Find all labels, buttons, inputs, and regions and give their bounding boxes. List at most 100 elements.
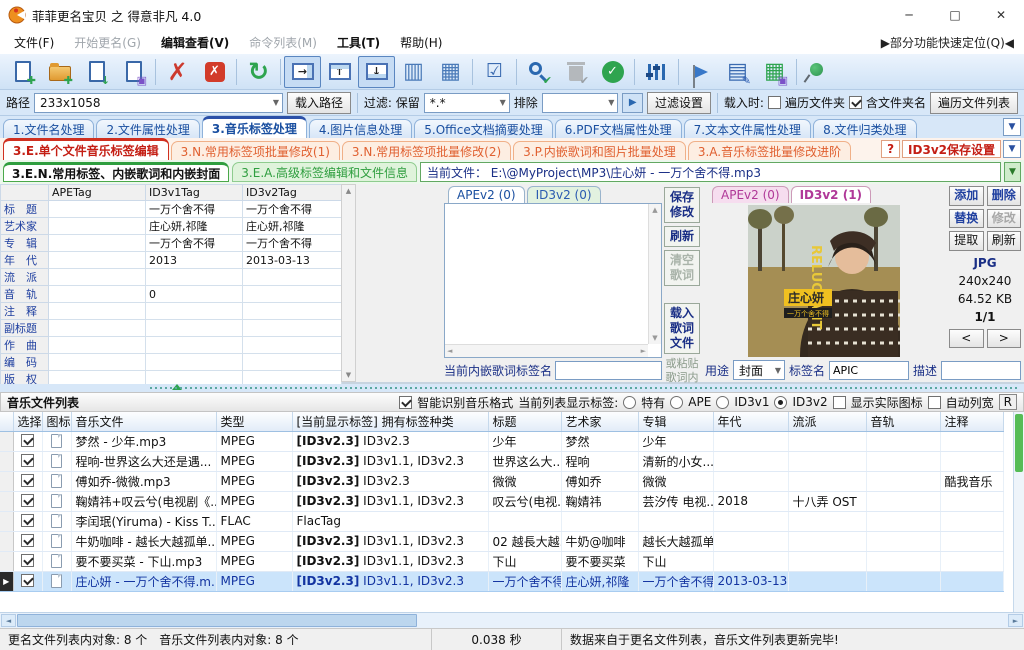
cover-tab-APEv2 (0)[interactable]: APEv2 (0) xyxy=(712,186,789,203)
add-cover-button[interactable]: 添加 xyxy=(949,186,984,206)
cover-use-combo[interactable]: 封面 ▼ xyxy=(733,360,786,380)
tag-cell-ape[interactable] xyxy=(48,302,146,320)
column-header-年代[interactable]: 年代 xyxy=(713,412,789,432)
table-row[interactable]: 鞠婧祎+叹云兮(电视剧《... MPEG [ID3v2.3] ID3v1.1, ID… xyxy=(0,491,1004,512)
load-lyrics-file-button[interactable]: 载入歌词文件 xyxy=(664,303,700,354)
table-row[interactable]: 程响-世界这么大还是遇... MPEG [ID3v2.3] ID3v1.1, ID3… xyxy=(0,451,1004,472)
scroll-left-icon[interactable]: ◄ xyxy=(1,614,16,627)
tag-cell-ape[interactable] xyxy=(48,234,146,252)
tag-cell-id3v2[interactable] xyxy=(242,336,342,354)
filter-settings-button[interactable]: 过滤设置 xyxy=(646,91,711,114)
auto-width-checkbox[interactable] xyxy=(927,395,941,409)
file-table-hscrollbar[interactable]: ◄ ► xyxy=(0,612,1024,628)
tag-cell-id3v2[interactable]: 一万个舍不得 xyxy=(242,234,342,252)
column-header-专辑[interactable]: 专辑 xyxy=(638,412,714,432)
current-file-dropdown[interactable]: ▼ xyxy=(1004,162,1021,182)
tag-cell-id3v1[interactable] xyxy=(145,353,243,371)
tag-cell-id3v1[interactable]: 一万个舍不得 xyxy=(145,234,243,252)
keep-filter-combo[interactable]: *.* ▼ xyxy=(423,92,510,113)
tab-3.E.单个文件音乐标签编辑[interactable]: 3.E.单个文件音乐标签编辑 xyxy=(3,138,169,160)
table-row[interactable]: 李闰珉(Yiruma) - Kiss T... FLAC FlacTag xyxy=(0,511,1004,532)
tag-cell-id3v2[interactable]: 一万个舍不得 xyxy=(242,200,342,218)
real-icons-checkbox[interactable] xyxy=(832,395,846,409)
row-checkbox[interactable] xyxy=(21,494,34,507)
row-checkbox[interactable] xyxy=(21,534,34,547)
row-checkbox[interactable] xyxy=(21,514,34,527)
tag-cell-id3v1[interactable]: 2013 xyxy=(145,251,243,269)
tag-cell-ape[interactable] xyxy=(48,217,146,235)
file-table-vscrollbar[interactable] xyxy=(1013,412,1024,612)
dock-bottom-button[interactable]: ↓ xyxy=(358,55,395,88)
checklist-button[interactable]: ☑ xyxy=(476,56,513,88)
tag-cell-id3v2[interactable] xyxy=(242,302,342,320)
tab-8.文件归类处理[interactable]: 8.文件归类处理 xyxy=(813,119,917,138)
column-header-音乐文件[interactable]: 音乐文件 xyxy=(71,412,217,432)
tab-3.P.内嵌歌词和图片批量处理[interactable]: 3.P.内嵌歌词和图片批量处理 xyxy=(513,141,686,160)
column-header-图标[interactable]: 图标 xyxy=(42,412,72,432)
scroll-right-icon[interactable]: ► xyxy=(1008,614,1023,627)
tag-cell-id3v1[interactable] xyxy=(145,268,243,286)
menu-item[interactable]: 文件(F) xyxy=(4,32,64,53)
search-verify-button[interactable]: ✔ xyxy=(520,56,557,88)
scroll-thumb[interactable] xyxy=(1015,414,1023,472)
row-checkbox[interactable] xyxy=(21,454,34,467)
minimize-button[interactable]: ─ xyxy=(886,0,932,30)
tag-cell-ape[interactable] xyxy=(48,251,146,269)
tag-cell-ape[interactable] xyxy=(48,285,146,303)
column-header-[当前显示标签] 拥有标签种类[interactable]: [当前显示标签] 拥有标签种类 xyxy=(292,412,489,432)
trash-button[interactable]: ✔ xyxy=(557,56,594,88)
menu-item[interactable]: 开始更名(G) xyxy=(64,32,151,53)
radio-ID3v2[interactable] xyxy=(774,395,788,409)
tab-3.E.A.高级标签编辑和文件信息[interactable]: 3.E.A.高级标签编辑和文件信息 xyxy=(232,162,417,182)
save-list-button[interactable]: ▣ xyxy=(115,56,152,88)
delete-selected-button[interactable]: ✗ xyxy=(159,56,196,88)
column-grid-button[interactable]: ▦ xyxy=(432,56,469,88)
exclude-filter-combo[interactable]: ▼ xyxy=(541,92,619,113)
menu-item[interactable]: 帮助(H) xyxy=(390,32,452,53)
new-file-button[interactable]: ✚ xyxy=(4,56,41,88)
tag-cell-id3v2[interactable]: 庄心妍,祁隆 xyxy=(242,217,342,235)
delete-all-button[interactable]: ✗ xyxy=(196,56,233,88)
row-checkbox[interactable] xyxy=(21,474,34,487)
tab-2.文件属性处理[interactable]: 2.文件属性处理 xyxy=(96,119,200,138)
table-row[interactable]: 梦然 - 少年.mp3 MPEG [ID3v2.3] ID3v2.3 少年 梦然 少年 xyxy=(0,431,1004,452)
r-button[interactable]: R xyxy=(998,394,1017,410)
column-header-类型[interactable]: 类型 xyxy=(216,412,293,432)
remove-cover-button[interactable]: 删除 xyxy=(986,186,1021,206)
column-header-音轨[interactable]: 音轨 xyxy=(866,412,941,432)
tab-3.E.N.常用标签、内嵌歌词和内嵌封面[interactable]: 3.E.N.常用标签、内嵌歌词和内嵌封面 xyxy=(3,162,230,182)
dock-right-button[interactable]: → xyxy=(284,55,321,88)
save-lyrics-button[interactable]: 保存修改 xyxy=(664,187,700,223)
lyrics-text-area[interactable]: ▲ ▼ ◄ ► xyxy=(444,203,662,358)
tag-cell-id3v1[interactable]: 0 xyxy=(145,285,243,303)
music-tabs-dropdown[interactable]: ▼ xyxy=(1003,140,1021,158)
column-header-流派[interactable]: 流派 xyxy=(788,412,867,432)
table-row[interactable]: 傅如乔-微微.mp3 MPEG [ID3v2.3] ID3v2.3 微微 傅如乔 微微 酷我… xyxy=(0,471,1004,492)
pin-button[interactable] xyxy=(800,56,837,88)
cover-desc-input[interactable] xyxy=(941,360,1021,380)
quick-locate-link[interactable]: ▶部分功能快速定位(Q)◀ xyxy=(881,34,1024,51)
column-header-注释[interactable]: 注释 xyxy=(940,412,1004,432)
tab-5.Office文档摘要处理[interactable]: 5.Office文档摘要处理 xyxy=(414,119,553,138)
column-header-标题[interactable]: 标题 xyxy=(488,412,562,432)
cover-tagname-input[interactable] xyxy=(829,360,910,380)
row-checkbox[interactable] xyxy=(21,574,34,587)
tag-cell-id3v1[interactable]: 一万个舍不得 xyxy=(145,200,243,218)
tab-3.音乐标签处理[interactable]: 3.音乐标签处理 xyxy=(201,116,307,138)
main-tabs-dropdown[interactable]: ▼ xyxy=(1003,118,1021,136)
prev-cover-button[interactable]: < xyxy=(949,328,984,349)
tag-cell-id3v2[interactable] xyxy=(242,319,342,337)
tag-cell-id3v1[interactable] xyxy=(145,319,243,337)
replace-cover-button[interactable]: 替换 xyxy=(949,208,984,229)
apply-button[interactable] xyxy=(594,56,631,88)
tab-1.文件名处理[interactable]: 1.文件名处理 xyxy=(3,119,95,138)
row-checkbox[interactable] xyxy=(21,434,34,447)
list-edit-button[interactable]: ▤ ✎ xyxy=(719,56,756,88)
tab-7.文本文件属性处理[interactable]: 7.文本文件属性处理 xyxy=(683,119,812,138)
tab-3.N.常用标签项批量修改(1)[interactable]: 3.N.常用标签项批量修改(1) xyxy=(170,141,340,160)
close-button[interactable]: ✕ xyxy=(978,0,1024,30)
column-header-选择[interactable]: 选择 xyxy=(13,412,43,432)
tag-cell-id3v1[interactable]: 庄心妍,祁隆 xyxy=(145,217,243,235)
smart-detect-checkbox[interactable] xyxy=(399,395,413,409)
menu-item[interactable]: 命令列表(M) xyxy=(239,32,327,53)
